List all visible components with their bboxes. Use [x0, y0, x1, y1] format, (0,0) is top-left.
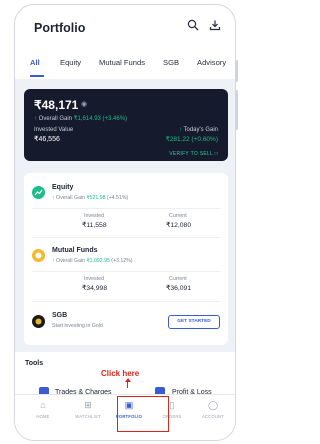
sgb-subtitle: Start investing in Gold — [52, 323, 103, 329]
tab-sgb[interactable]: SGB — [163, 58, 179, 67]
tools-title: Tools — [25, 360, 44, 367]
divider — [32, 301, 220, 302]
equity-values: Invested ₹11,558 Current ₹12,080 — [32, 208, 220, 232]
equity-gain-pct: (+4.51%) — [106, 195, 129, 201]
active-tab-indicator — [30, 75, 44, 77]
equity-title[interactable]: Equity — [52, 184, 73, 191]
equity-invested-label: Invested — [84, 213, 105, 219]
search-icon[interactable] — [187, 19, 199, 34]
nav-watchlist[interactable]: ⊞ WATCHLIST — [68, 399, 108, 419]
home-icon: ⌂ — [40, 400, 46, 410]
mutual-funds-gain: ↑ Overall Gain ₹1,092.95 (+3.12%) — [52, 258, 133, 264]
download-icon[interactable] — [209, 19, 221, 34]
equity-current-value: ₹12,080 — [166, 222, 192, 229]
mf-gain-pct: (+3.12%) — [111, 258, 133, 264]
verify-label: VERIFY TO SELL — [169, 151, 213, 157]
mf-gain-label: Overall Gain — [56, 258, 85, 264]
get-started-button[interactable]: GET STARTED — [168, 315, 220, 329]
verify-to-sell-link[interactable]: VERIFY TO SELL □ — [169, 151, 218, 157]
eye-icon[interactable]: ◉ — [81, 100, 87, 108]
annotation-arrow — [127, 380, 128, 388]
nav-home[interactable]: ⌂ HOME — [23, 399, 63, 419]
lock-icon: □ — [214, 151, 218, 157]
app-header: Portfolio All Equity Mutual Funds SGB Ad… — [15, 5, 235, 79]
mutual-funds-icon — [32, 249, 45, 262]
sgb-title[interactable]: SGB — [52, 312, 67, 319]
account-icon: ◯ — [207, 400, 219, 410]
overall-gain-label: Overall Gain — [38, 116, 73, 122]
equity-gain-value: ₹521.98 — [86, 195, 106, 201]
nav-watchlist-label: WATCHLIST — [75, 414, 101, 419]
portfolio-highlight-box — [117, 396, 169, 432]
invested-value: ₹46,556 — [34, 136, 60, 143]
equity-icon — [32, 186, 45, 199]
mf-current-label: Current — [169, 276, 187, 282]
portfolio-summary-card: ₹48,171 ◉ ↑ Overall Gain ₹1,614.93 (+3.4… — [24, 89, 228, 161]
equity-gain: ↑ Overall Gain ₹521.98 (+4.51%) — [52, 195, 128, 201]
phone-frame: Portfolio All Equity Mutual Funds SGB Ad… — [14, 4, 236, 441]
tab-all[interactable]: All — [30, 58, 40, 67]
equity-current-label: Current — [169, 213, 187, 219]
divider — [32, 237, 220, 238]
mf-invested-value: ₹34,998 — [82, 285, 108, 292]
today-gain-label-text: Today's Gain — [183, 127, 219, 133]
page-title: Portfolio — [34, 21, 86, 35]
mutual-funds-title[interactable]: Mutual Funds — [52, 247, 98, 254]
mutual-funds-values: Invested ₹34,998 Current ₹36,091 — [32, 271, 220, 295]
mf-gain-value: ₹1,092.95 — [86, 258, 110, 264]
equity-gain-label: Overall Gain — [56, 195, 85, 201]
click-here-annotation: Click here — [101, 369, 140, 378]
tab-mutual-funds[interactable]: Mutual Funds — [99, 58, 145, 67]
watchlist-icon: ⊞ — [84, 400, 92, 410]
overall-gain-value: ₹1,614.93 (+3.46%) — [73, 116, 128, 122]
mf-current-value: ₹36,091 — [166, 285, 192, 292]
invested-label: Invested Value — [34, 127, 74, 133]
total-value: ₹48,171 — [34, 98, 79, 112]
up-arrow-icon: ↑ — [52, 258, 55, 264]
equity-invested-value: ₹11,558 — [82, 222, 107, 229]
mf-invested-label: Invested — [84, 276, 105, 282]
nav-home-label: HOME — [36, 414, 50, 419]
today-gain-value: ₹281.22 (+0.60%) — [165, 136, 218, 143]
holdings-card: Equity ↑ Overall Gain ₹521.98 (+4.51%) I… — [24, 173, 228, 345]
phone-side-button — [236, 90, 238, 130]
up-arrow-icon: ↑ — [52, 195, 55, 201]
tab-equity[interactable]: Equity — [60, 58, 81, 67]
portfolio-tabs: All Equity Mutual Funds SGB Advisory — [15, 55, 235, 79]
today-gain-label: ↑ Today's Gain — [179, 127, 218, 133]
sgb-gold-icon — [32, 315, 45, 328]
phone-side-button — [236, 60, 238, 82]
up-arrow-icon: ↑ — [178, 127, 182, 133]
up-arrow-icon: ↑ — [34, 116, 37, 122]
tab-advisory[interactable]: Advisory — [197, 58, 226, 67]
nav-account[interactable]: ◯ ACCOUNT — [193, 399, 233, 419]
overall-gain: ↑ Overall Gain ₹1,614.93 (+3.46%) — [34, 115, 127, 122]
nav-account-label: ACCOUNT — [201, 414, 225, 419]
